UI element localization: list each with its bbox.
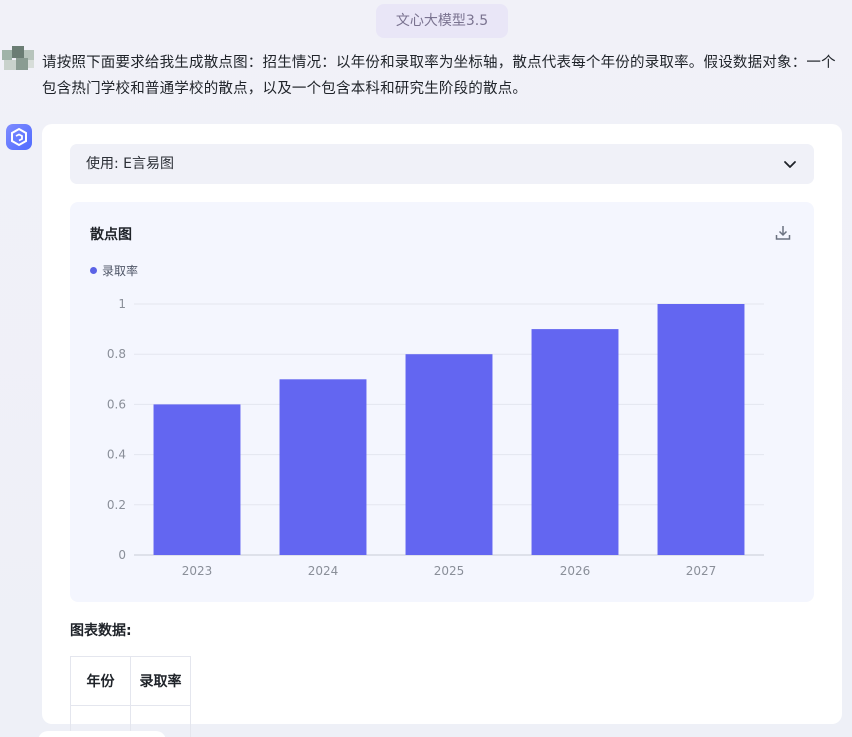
chart-data-table: 年份 录取率 <box>70 656 191 737</box>
y-tick-label: 1 <box>118 297 126 311</box>
x-tick-label: 2026 <box>560 564 591 578</box>
y-tick-label: 0 <box>118 548 126 562</box>
user-prompt-text: 请按照下面要求给我生成散点图：招生情况：以年份和录取率为坐标轴，散点代表每个年份… <box>42 55 836 97</box>
x-tick-label: 2025 <box>434 564 465 578</box>
chart-bar <box>279 379 367 555</box>
y-tick-label: 0.8 <box>107 347 126 361</box>
response-card: 使用: E言易图 散点图 录取率 0 0.2 0.4 0.6 0.8 1 2023 2024 2… <box>42 124 842 737</box>
x-tick-label: 2024 <box>308 564 339 578</box>
y-tick-label: 0.2 <box>107 498 126 512</box>
chart-bar <box>405 354 493 555</box>
table-heading: 图表数据: <box>70 623 132 639</box>
tool-usage-bar[interactable]: 使用: E言易图 <box>70 144 814 184</box>
model-name-badge[interactable]: 文心大模型3.5 <box>376 4 508 38</box>
x-tick-label: 2023 <box>182 564 213 578</box>
user-avatar <box>2 46 36 74</box>
table-header-rate: 录取率 <box>130 656 191 706</box>
bot-logo-icon <box>6 124 32 150</box>
chart-bar <box>153 404 241 555</box>
tool-usage-label: 使用: E言易图 <box>86 156 175 172</box>
table-header-row: 年份 录取率 <box>70 656 191 706</box>
y-tick-label: 0.6 <box>107 397 126 411</box>
chart-bar <box>531 329 619 555</box>
chat-page: 文心大模型3.5 请按照下面要求给我生成散点图：招生情况：以年份和录取率为坐标轴… <box>0 0 852 737</box>
x-tick-label: 2027 <box>686 564 717 578</box>
y-tick-label: 0.4 <box>107 448 126 462</box>
bar-chart: 0 0.2 0.4 0.6 0.8 1 2023 2024 2025 2026 2027 <box>107 297 764 578</box>
chevron-down-icon[interactable] <box>782 156 798 172</box>
chart-bar <box>657 304 745 555</box>
chart-panel: 散点图 录取率 0 0.2 0.4 0.6 0.8 1 2023 2024 2025 2026 20… <box>70 202 814 602</box>
table-header-year: 年份 <box>70 656 131 706</box>
bottom-action-pill[interactable] <box>38 731 166 737</box>
